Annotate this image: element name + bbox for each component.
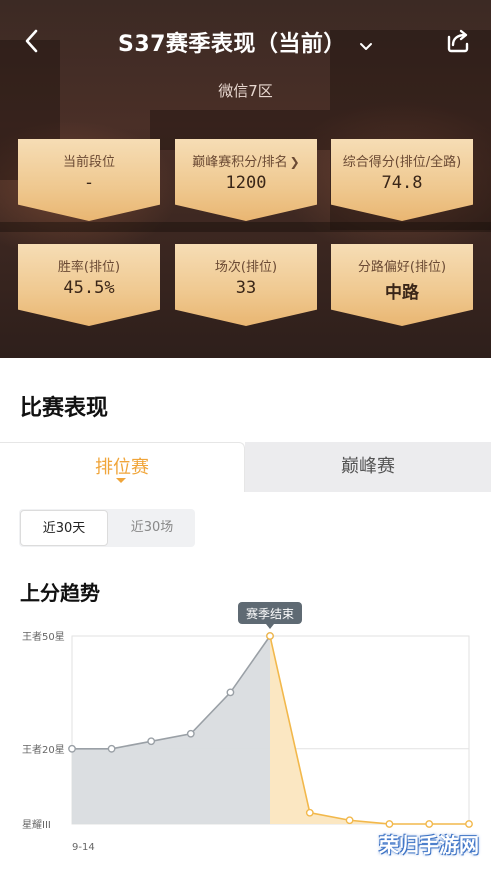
- match-type-tabs: 排位赛 巅峰赛: [0, 442, 491, 492]
- stat-label: 胜率(排位): [57, 260, 121, 275]
- stat-label: 分路偏好(排位): [357, 260, 447, 275]
- data-point-before: [186, 729, 195, 738]
- series-area-before: [72, 636, 270, 824]
- data-point-before: [68, 744, 76, 753]
- tab-ranked[interactable]: 排位赛: [0, 442, 245, 492]
- chevron-down-icon: [360, 42, 373, 50]
- stat-card-current-rank: 当前段位 -: [18, 139, 160, 221]
- stat-value: -: [83, 173, 95, 193]
- data-point-after: [465, 820, 473, 828]
- season-end-label: 赛季结束: [246, 606, 294, 621]
- y-tick-label: 王者20星: [22, 744, 65, 756]
- stat-label: 场次(排位): [214, 260, 278, 275]
- chevron-right-icon: ❯: [289, 155, 300, 169]
- filter-last-30-matches[interactable]: 近30场: [109, 509, 195, 547]
- site-watermark-logo: 荣归手游网: [375, 833, 487, 868]
- stat-value: 1200: [225, 173, 267, 193]
- stat-value: 中路: [385, 283, 419, 303]
- server-name: 微信7区: [218, 82, 273, 100]
- y-tick-label: 星耀III: [22, 819, 51, 831]
- stat-value: 33: [235, 278, 257, 298]
- tab-peak[interactable]: 巅峰赛: [245, 442, 491, 492]
- page-title: S37赛季表现（当前）: [117, 32, 346, 57]
- data-point-before: [226, 688, 235, 697]
- data-point-before: [147, 737, 156, 746]
- share-button[interactable]: [443, 26, 473, 56]
- data-point-after: [425, 820, 434, 828]
- data-point-before: [107, 744, 116, 753]
- stat-label: 综合得分(排位/全路): [342, 155, 462, 170]
- active-tab-indicator: [116, 478, 126, 483]
- y-tick-label: 王者50星: [22, 631, 65, 643]
- series-area-after: [270, 636, 469, 824]
- stat-label-text: 巅峰赛积分/排名: [192, 155, 288, 170]
- background-bridge: [0, 222, 491, 232]
- filter-last-30-days[interactable]: 近30天: [20, 510, 108, 546]
- data-point-after: [305, 808, 314, 817]
- stat-label: 巅峰赛积分/排名 ❯: [175, 151, 317, 170]
- stat-card-peak-score[interactable]: 巅峰赛积分/排名 ❯ 1200: [175, 139, 317, 221]
- season-end-bubble-pointer: [266, 624, 274, 629]
- stat-card-overall-score: 综合得分(排位/全路) 74.8: [331, 139, 473, 221]
- range-filter: 近30天 近30场: [19, 509, 195, 547]
- top-bar: S37赛季表现（当前）: [0, 18, 491, 64]
- stat-value: 45.5%: [63, 278, 115, 298]
- stat-value: 74.8: [381, 173, 423, 193]
- stat-label: 当前段位: [62, 155, 115, 170]
- watermark-text: 荣归手游网: [379, 833, 479, 857]
- section-title: 比赛表现: [20, 396, 109, 421]
- x-tick-label: 9-14: [72, 842, 95, 853]
- stat-card-matches: 场次(排位) 33: [175, 244, 317, 326]
- data-point-after: [385, 820, 394, 828]
- season-title-dropdown[interactable]: S37赛季表现（当前）: [0, 26, 491, 58]
- season-header-banner: S37赛季表现（当前） 微信7区 当前段位 - 巅峰赛积分/排名 ❯ 1200 综…: [0, 0, 491, 358]
- stat-card-lane-preference: 分路偏好(排位) 中路: [331, 244, 473, 326]
- data-point-after: [266, 632, 274, 640]
- data-point-after: [345, 816, 354, 825]
- stat-card-win-rate: 胜率(排位) 45.5%: [18, 244, 160, 326]
- share-icon: [447, 29, 469, 53]
